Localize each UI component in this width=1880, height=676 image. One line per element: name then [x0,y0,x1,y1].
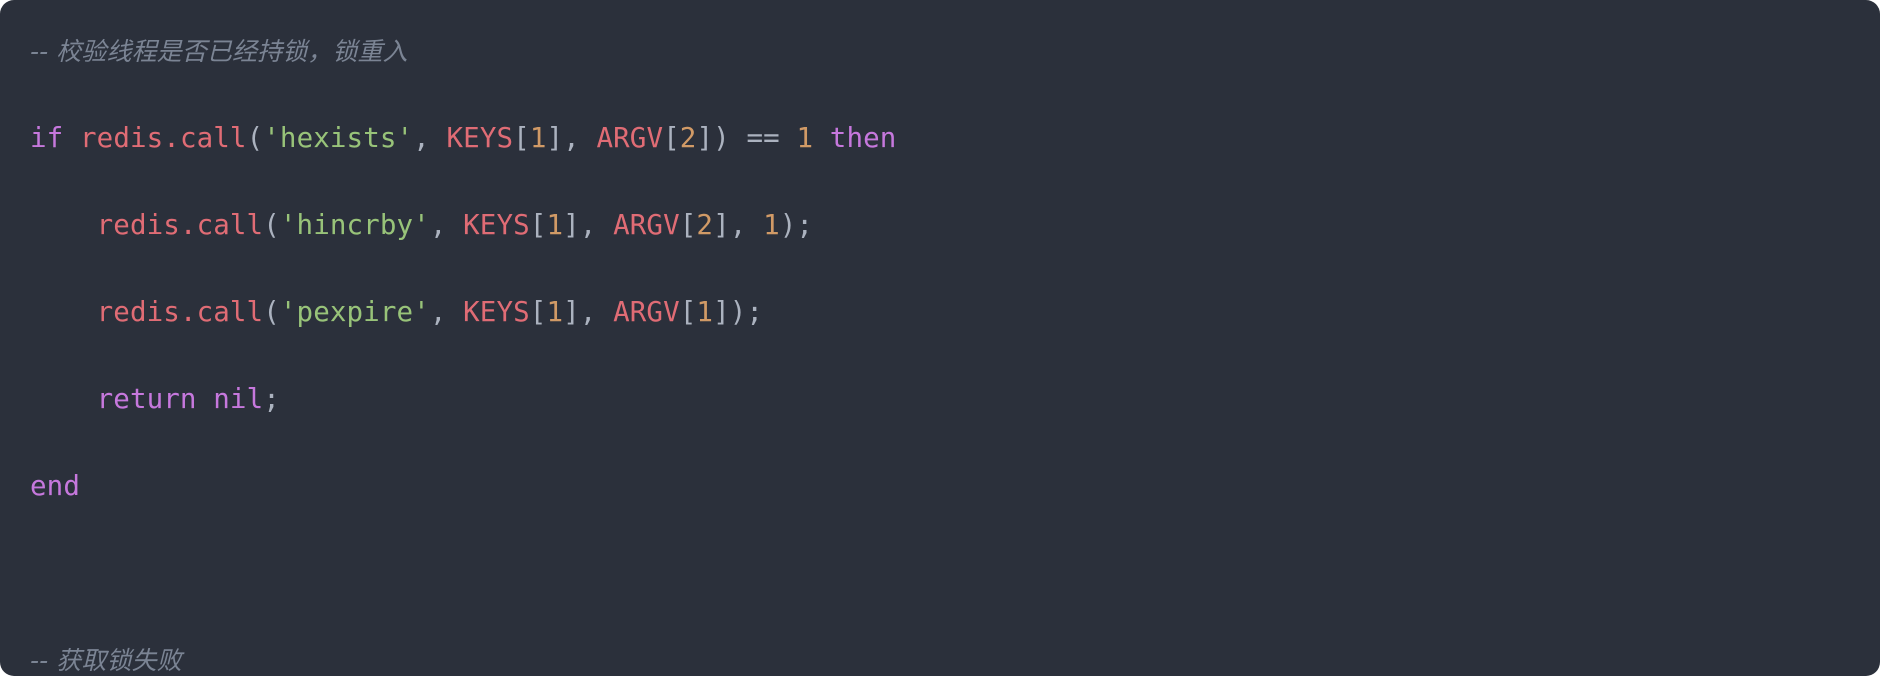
code-block[interactable]: -- 校验线程是否已经持锁，锁重入 if redis.call('hexists… [0,30,1880,676]
code-token-punctuation: [ [529,209,547,241]
code-token-comment: -- [30,646,57,675]
code-token-number: 2 [696,209,714,241]
code-token-variable: ARGV [596,122,664,154]
code-token-punctuation: ]); [713,296,764,328]
code-token-punctuation: [ [529,296,547,328]
code-token-keyword: return [96,383,197,415]
code-token-comment: 获取锁失败 [56,646,182,675]
code-line: -- 获取锁失败 [0,639,1880,676]
code-token-punctuation [780,122,797,154]
code-token-punctuation: ); [779,209,814,241]
code-token-punctuation: , [413,122,447,154]
code-token-punctuation [30,296,97,328]
code-token-string: 'hexists' [263,122,414,154]
code-token-keyword: nil [213,383,264,415]
code-token-function: redis.call [96,209,264,241]
code-token-punctuation: , [429,209,464,241]
code-token-punctuation: ( [263,296,280,328]
code-token-punctuation: ], [563,296,614,328]
code-token-variable: KEYS [463,209,530,241]
code-token-number: 1 [696,296,714,328]
code-token-variable: KEYS [463,296,530,328]
code-token-punctuation: ], [713,209,764,241]
code-token-punctuation [30,209,97,241]
code-token-variable: ARGV [613,296,680,328]
code-line: redis.call('pexpire', KEYS[1], ARGV[1]); [0,291,1880,335]
code-token-punctuation: ; [263,383,280,415]
code-token-variable: ARGV [613,209,680,241]
code-line: -- 校验线程是否已经持锁，锁重入 [0,30,1880,74]
code-token-punctuation: [ [679,209,697,241]
code-token-punctuation: [ [663,122,680,154]
code-line: if redis.call('hexists', KEYS[1], ARGV[2… [0,117,1880,161]
code-token-string: 'hincrby' [279,209,430,241]
code-token-number: 1 [763,209,780,241]
code-token-punctuation: , [429,296,464,328]
code-token-number: 1 [796,122,814,154]
code-token-punctuation: ( [263,209,280,241]
code-token-punctuation: ]) [696,122,747,154]
code-snippet-card: -- 校验线程是否已经持锁，锁重入 if redis.call('hexists… [0,0,1880,676]
code-token-comment: 校验线程是否已经持锁，锁重入 [56,37,408,66]
code-token-operator: == [746,122,780,154]
code-token-keyword: if [30,122,64,154]
code-token-punctuation: [ [679,296,697,328]
code-token-keyword: end [30,470,80,502]
code-token-keyword: then [829,122,897,154]
code-token-number: 1 [546,209,564,241]
code-line: return nil; [0,378,1880,422]
code-token-number: 1 [529,122,547,154]
code-token-punctuation [813,122,830,154]
code-token-variable: KEYS [446,122,514,154]
code-token-comment: -- [30,37,57,66]
code-token-punctuation [30,383,97,415]
code-token-punctuation: [ [513,122,530,154]
code-token-punctuation: ( [246,122,264,154]
code-line: end [0,465,1880,509]
code-token-punctuation: ], [563,209,614,241]
code-token-number: 2 [679,122,697,154]
code-token-function: redis.call [96,296,264,328]
code-token-function: redis.call [80,122,247,154]
code-token-punctuation [197,383,214,415]
code-token-string: 'pexpire' [279,296,430,328]
code-token-number: 1 [546,296,564,328]
code-content: -- 校验线程是否已经持锁，锁重入 if redis.call('hexists… [0,30,1880,676]
code-token-punctuation [63,122,80,154]
code-line: redis.call('hincrby', KEYS[1], ARGV[2], … [0,204,1880,248]
code-token-punctuation: ], [546,122,597,154]
